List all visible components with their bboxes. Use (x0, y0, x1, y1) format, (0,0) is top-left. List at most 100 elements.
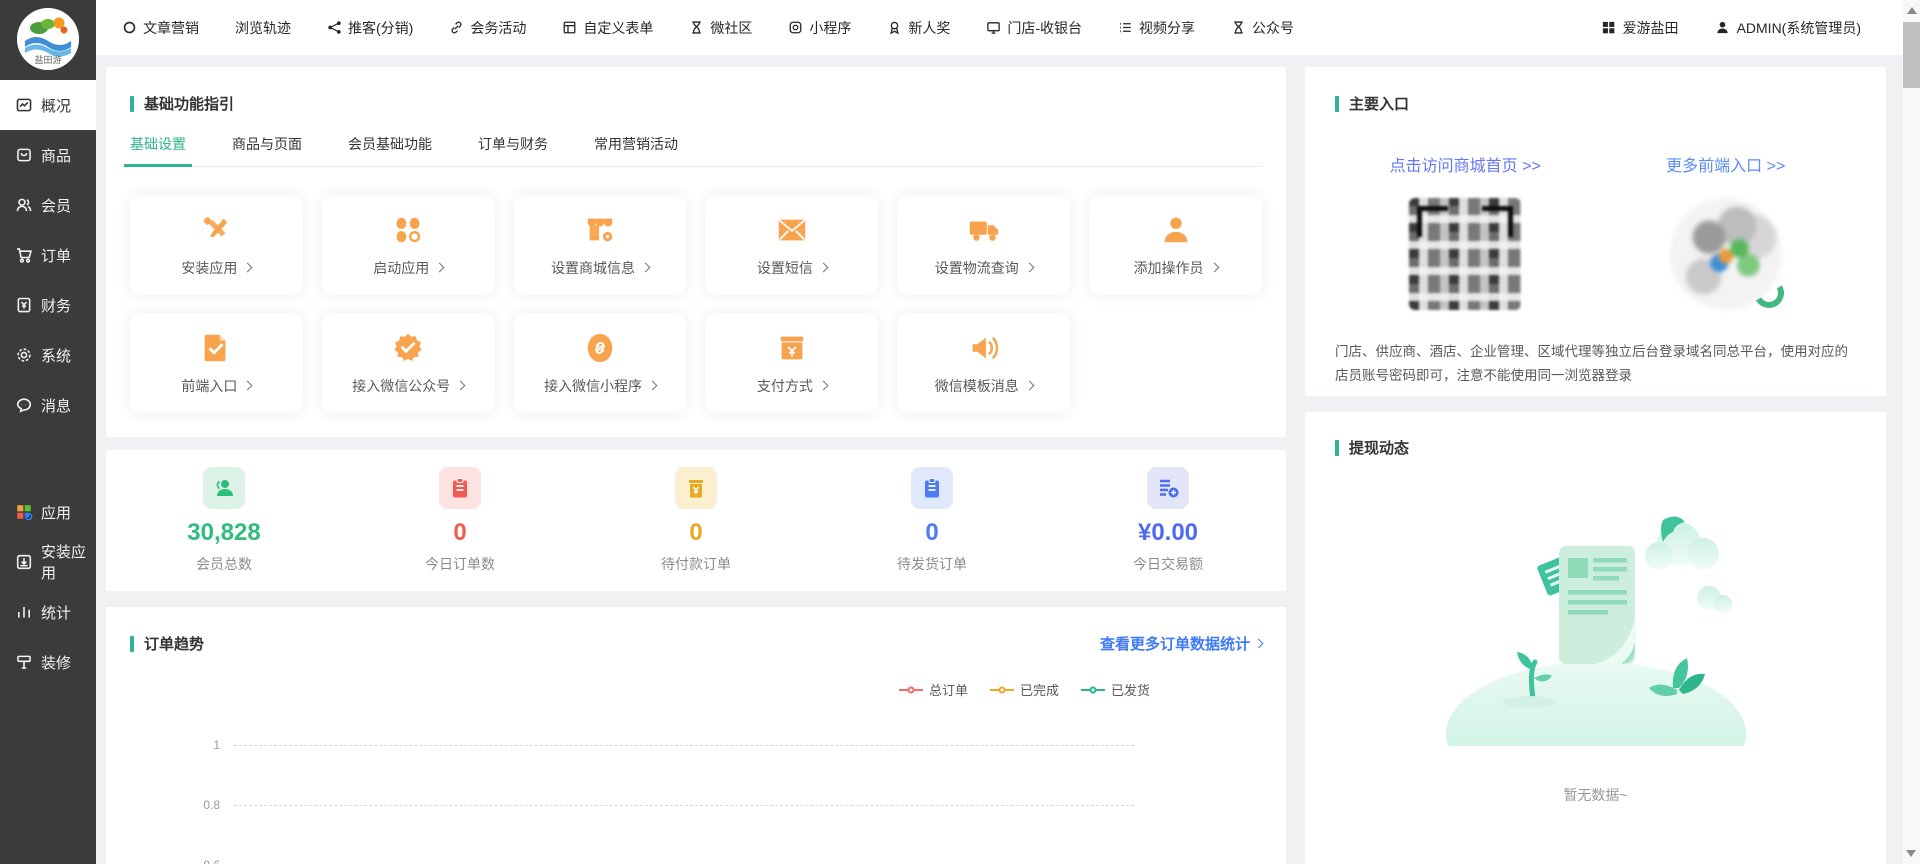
guide-card-wechat-mini[interactable]: 接入微信小程序 (514, 313, 687, 413)
withdraw-card-title: 提现动态 (1335, 437, 1856, 458)
chevron-right-icon (648, 381, 658, 391)
sidebar-item-apps[interactable]: 应用 (0, 487, 96, 537)
guide-card-install-app-label: 安装应用 (181, 258, 251, 278)
topnav-custom-form[interactable]: 自定义表单 (562, 18, 653, 38)
topnav-video-share[interactable]: 视频分享 (1118, 18, 1195, 38)
gridline (234, 745, 1134, 746)
circle-icon (122, 20, 137, 35)
topnav-article-marketing[interactable]: 文章营销 (122, 18, 199, 38)
guide-card-mall-info[interactable]: 设置商城信息 (514, 195, 687, 295)
sidebar-item-finance[interactable]: 财务 (0, 280, 96, 330)
chevron-right-icon (641, 263, 651, 273)
topnav-store-cashier[interactable]: 门店-收银台 (986, 18, 1082, 38)
tab-member-basic[interactable]: 会员基础功能 (348, 134, 432, 166)
deco-icon (15, 653, 33, 671)
stat-member-total: 30,828会员总数 (106, 467, 342, 574)
legend-marker (990, 689, 1014, 691)
guide-card-payment[interactable]: 支付方式 (705, 313, 878, 413)
sidebar-item-overview-label: 概况 (41, 95, 71, 116)
sidebar-item-install-apps[interactable]: 安装应用 (0, 537, 96, 587)
page-scrollbar[interactable] (1903, 0, 1920, 864)
shop-logo[interactable]: 盐田游 (17, 8, 79, 70)
topnav-mini-program[interactable]: 小程序 (788, 18, 851, 38)
finance-icon (15, 296, 33, 314)
mall-home-link[interactable]: 点击访问商城首页 >> (1335, 152, 1596, 176)
topnav-promoter-distribution[interactable]: 推客(分销) (327, 18, 413, 38)
paybox-icon (675, 467, 717, 509)
sidebar-item-member[interactable]: 会员 (0, 180, 96, 230)
sidebar-item-overview[interactable]: 概况 (0, 80, 96, 130)
guide-card-front-entry[interactable]: 前端入口 (130, 313, 303, 413)
link-circle-icon (583, 331, 617, 365)
tab-marketing[interactable]: 常用营销活动 (594, 134, 678, 166)
topnav-official-account-label: 公众号 (1252, 18, 1294, 38)
scroll-up-icon[interactable] (1907, 7, 1917, 14)
guide-card-template-msg[interactable]: 微信模板消息 (897, 313, 1070, 413)
admin-menu[interactable]: ADMIN(系统管理员) (1715, 18, 1861, 38)
guide-card-install-app[interactable]: 安装应用 (130, 195, 303, 295)
scroll-down-icon[interactable] (1906, 850, 1916, 857)
topnav-official-account[interactable]: 公众号 (1231, 18, 1294, 38)
share-icon (327, 20, 342, 35)
legend-marker (899, 689, 923, 691)
tab-goods-pages[interactable]: 商品与页面 (232, 134, 302, 166)
topnav-micro-community[interactable]: 微社区 (689, 18, 752, 38)
sidebar-item-goods[interactable]: 商品 (0, 130, 96, 180)
doc-check-icon (199, 331, 233, 365)
tab-order-finance[interactable]: 订单与财务 (478, 134, 548, 166)
sidebar-item-statistics[interactable]: 统计 (0, 587, 96, 637)
guide-card-sms[interactable]: 设置短信 (705, 195, 878, 295)
stat-unpaid-orders-label: 待付款订单 (578, 554, 814, 574)
cloud-right (1645, 522, 1719, 570)
empty-state-illustration (1441, 506, 1751, 751)
guide-card-wechat-mini-label: 接入微信小程序 (544, 376, 656, 396)
guide-card-wechat-official[interactable]: 接入微信公众号 (322, 313, 495, 413)
svg-text:盐田游: 盐田游 (34, 54, 61, 65)
stat-unpaid-orders: 0待付款订单 (578, 467, 814, 574)
guide-card-sms-label: 设置短信 (757, 258, 827, 278)
stat-unshipped-orders-value: 0 (814, 519, 1050, 547)
topnav-article-marketing-label: 文章营销 (143, 18, 199, 38)
guide-card-add-operator[interactable]: 添加操作员 (1089, 195, 1262, 295)
more-front-entry-link[interactable]: 更多前端入口 >> (1596, 152, 1857, 176)
sidebar-item-order[interactable]: 订单 (0, 230, 96, 280)
install-icon (15, 553, 33, 571)
more-order-stats-link[interactable]: 查看更多订单数据统计 (1100, 633, 1262, 654)
stat-today-orders: 0今日订单数 (342, 467, 578, 574)
megaphone-icon (967, 331, 1001, 365)
topnav-newcomer-award[interactable]: 新人奖 (887, 18, 950, 38)
sidebar-item-system-label: 系统 (41, 345, 71, 366)
mall-home-qr-code (1409, 198, 1521, 310)
trend-card-title: 订单趋势 (130, 633, 204, 654)
clipboard-icon (911, 467, 953, 509)
guide-grid: 安装应用 启动应用 设置商城信息 设置短信 设置物流查询 添加操作员前端入口接入微信公众号… (130, 195, 1262, 413)
monitor-icon (986, 20, 1001, 35)
tab-basic-settings[interactable]: 基础设置 (130, 134, 186, 166)
legend-已完成[interactable]: 已完成 (990, 680, 1059, 699)
front-entry-qr-code (1670, 198, 1782, 310)
legend-总订单[interactable]: 总订单 (899, 680, 968, 699)
shop-switcher[interactable]: 爱游盐田 (1601, 18, 1679, 38)
guide-title-text: 基础功能指引 (144, 93, 234, 114)
topnav-browse-track[interactable]: 浏览轨迹 (235, 18, 291, 38)
topnav-store-cashier-label: 门店-收银台 (1007, 18, 1082, 38)
topnav-conference-activity[interactable]: 会务活动 (449, 18, 526, 38)
shop-name: 爱游盐田 (1623, 18, 1679, 38)
sidebar-item-decoration[interactable]: 装修 (0, 637, 96, 687)
guide-card-start-app[interactable]: 启动应用 (322, 195, 495, 295)
guide-card-logistics[interactable]: 设置物流查询 (897, 195, 1070, 295)
tools-icon (199, 213, 233, 247)
guide-card-start-app-label: 启动应用 (373, 258, 443, 278)
guide-card-mall-info-label: 设置商城信息 (551, 258, 649, 278)
sidebar-item-system[interactable]: 系统 (0, 330, 96, 380)
chevron-right-icon (1024, 381, 1034, 391)
y-axis-tick: 0.6 (130, 858, 220, 864)
user-icon (1715, 20, 1730, 35)
topbar-right: 爱游盐田 ADMIN(系统管理员) (1601, 18, 1861, 38)
legend-已发货[interactable]: 已发货 (1081, 680, 1150, 699)
sidebar-item-message[interactable]: 消息 (0, 380, 96, 430)
topbar: 文章营销 浏览轨迹 推客(分销) 会务活动 自定义表单 微社区 小程序 新人奖 门店-收银台 视频… (96, 0, 1903, 55)
guide-card-logistics-label: 设置物流查询 (935, 258, 1033, 278)
chevron-right-icon (1209, 263, 1219, 273)
scrollbar-thumb[interactable] (1903, 22, 1920, 88)
